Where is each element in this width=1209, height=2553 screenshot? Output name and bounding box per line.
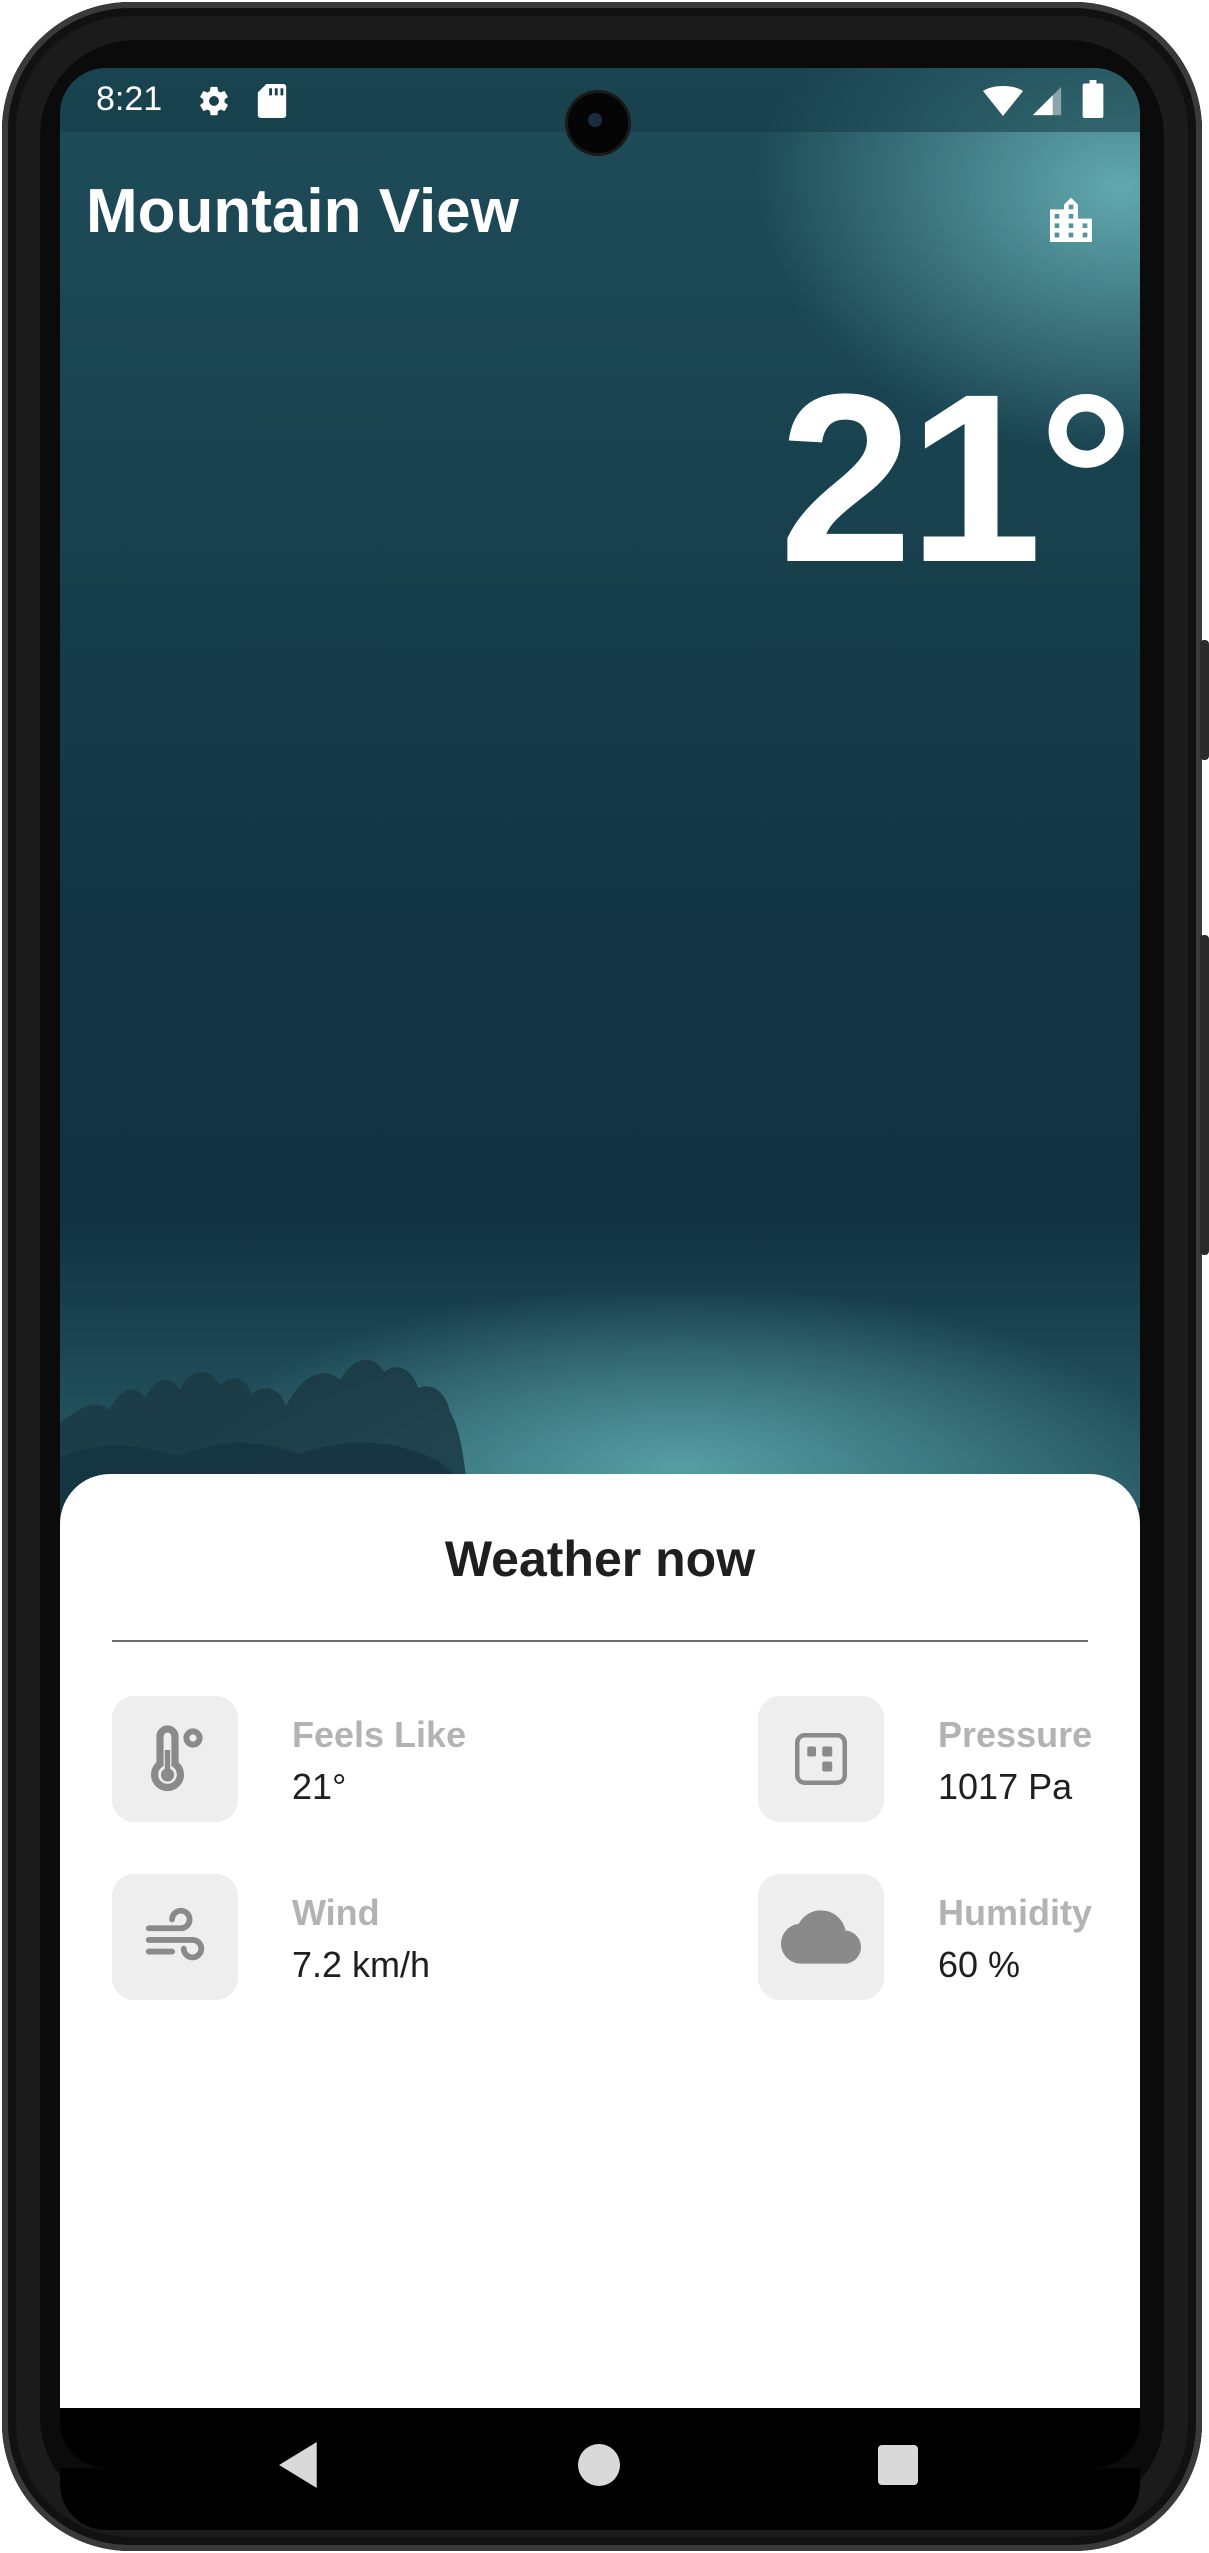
wifi-icon: [983, 86, 1023, 116]
back-icon[interactable]: [278, 2442, 322, 2488]
divider: [112, 1640, 1088, 1642]
volume-button: [1200, 935, 1209, 1255]
wind-label: Wind: [292, 1892, 380, 1933]
pressure-label: Pressure: [938, 1714, 1093, 1755]
battery-icon: [1082, 80, 1104, 118]
wind-metric: Wind 7.2 km/h: [112, 1874, 512, 2000]
humidity-metric: Humidity 60 %: [758, 1874, 1138, 2000]
sheet-title: Weather now: [444, 1531, 756, 1587]
wind-icon: [145, 1907, 205, 1961]
humidity-label: Humidity: [938, 1892, 1093, 1933]
city-icon[interactable]: [1043, 193, 1099, 249]
feels-like-tile: [112, 1696, 238, 1822]
feels-like-metric: Feels Like 21°: [112, 1696, 512, 1822]
home-icon[interactable]: [578, 2444, 620, 2486]
sd-card-icon: [257, 84, 287, 118]
weather-now-sheet: Weather now Feels Like 21° Pressure 1017…: [60, 1474, 1140, 2408]
front-camera: [568, 93, 628, 153]
pressure-metric: Pressure 1017 Pa: [758, 1696, 1138, 1822]
weather-background: [60, 68, 1140, 1518]
power-button: [1200, 640, 1209, 760]
recents-icon[interactable]: [878, 2445, 918, 2485]
settings-icon: [200, 86, 228, 116]
wind-tile: [112, 1874, 238, 2000]
cloud-icon: [781, 1910, 861, 1964]
thermometer-icon: [151, 1725, 203, 1792]
pressure-tile: [758, 1696, 884, 1822]
pressure-icon: [795, 1733, 847, 1785]
feels-like-value: 21°: [292, 1766, 347, 1807]
cellular-signal-icon: [1032, 86, 1062, 116]
status-time: 8:21: [96, 80, 163, 118]
feels-like-label: Feels Like: [292, 1714, 467, 1755]
current-temperature: 21°: [779, 344, 1134, 612]
wind-value: 7.2 km/h: [292, 1944, 431, 1985]
screen: 8:21 Mountain View 21° Weather now Feels…: [60, 68, 1140, 2468]
navigation-bar-area: [60, 2442, 1140, 2530]
humidity-value: 60 %: [938, 1944, 1021, 1985]
pressure-value: 1017 Pa: [938, 1766, 1073, 1807]
humidity-tile: [758, 1874, 884, 2000]
city-name: Mountain View: [86, 177, 519, 246]
